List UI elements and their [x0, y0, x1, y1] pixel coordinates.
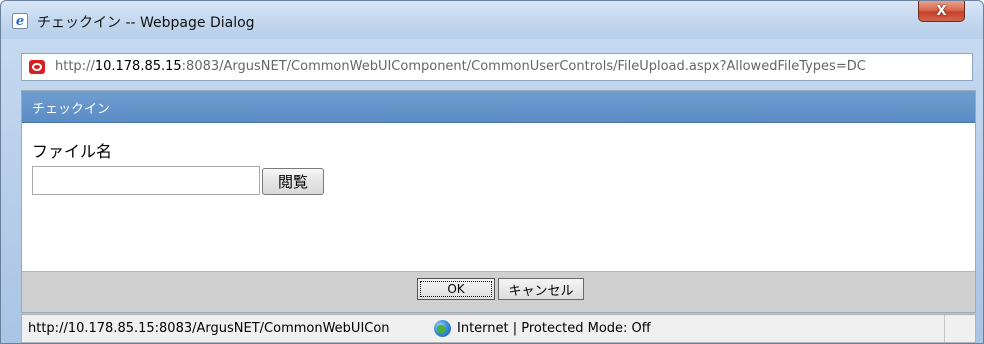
address-bar[interactable]: http://10.178.85.15:8083/ArgusNET/Common… [21, 53, 973, 81]
ie-icon: e [12, 13, 28, 29]
page-icon [29, 60, 45, 74]
panel-title: チェックイン [32, 102, 111, 117]
ok-button[interactable]: OK [417, 278, 495, 300]
dialog-window: e チェックイン -- Webpage Dialog X http://10.1… [0, 0, 984, 344]
status-url: http://10.178.85.15:8083/ArgusNET/Common… [28, 321, 390, 336]
globe-icon [434, 320, 451, 337]
panel-header: チェックイン [22, 91, 975, 123]
file-name-label: ファイル名 [32, 142, 113, 161]
status-divider [944, 315, 945, 342]
button-bar: OK キャンセル [22, 271, 975, 312]
title-bar[interactable]: e チェックイン -- Webpage Dialog X [1, 1, 983, 39]
cancel-button[interactable]: キャンセル [498, 278, 584, 300]
close-button[interactable]: X [918, 1, 965, 22]
status-bar: http://10.178.85.15:8083/ArgusNET/Common… [21, 314, 976, 343]
window-title: チェックイン -- Webpage Dialog [37, 15, 255, 31]
address-url: http://10.178.85.15:8083/ArgusNET/Common… [55, 59, 970, 74]
dialog-content: チェックイン ファイル名 閲覧 OK キャンセル [21, 90, 976, 313]
browse-button[interactable]: 閲覧 [262, 168, 324, 195]
security-zone: Internet | Protected Mode: Off [457, 321, 651, 336]
address-host: 10.178.85.15 [94, 59, 182, 74]
address-path: :8083/ArgusNET/CommonWebUIComponent/Comm… [181, 59, 866, 74]
file-path-input[interactable] [32, 166, 260, 195]
address-scheme: http:// [55, 59, 95, 74]
